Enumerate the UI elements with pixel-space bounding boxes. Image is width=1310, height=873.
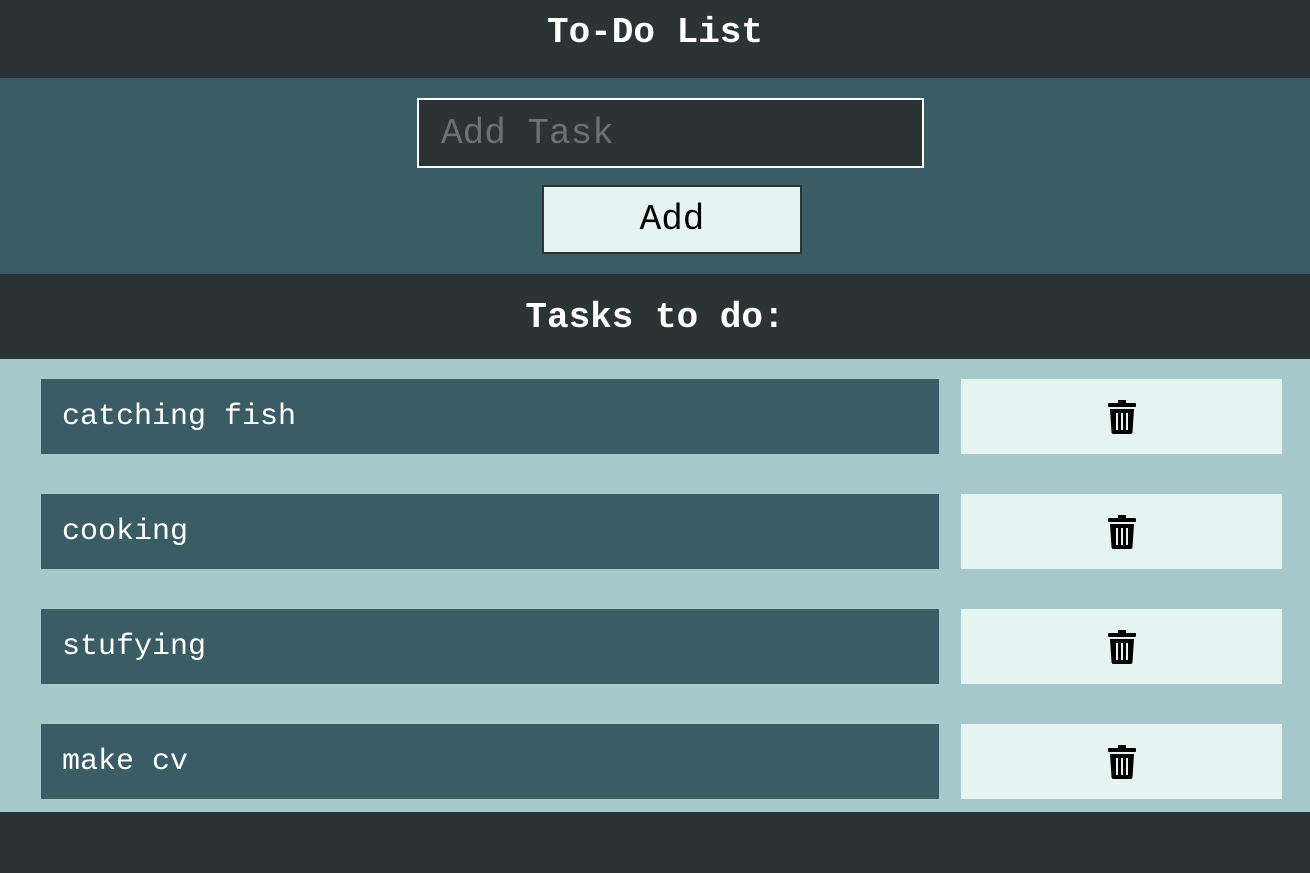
add-task-input[interactable] [417, 98, 924, 168]
app-title: To-Do List [546, 12, 764, 53]
page-footer [0, 812, 1310, 873]
task-row: catching fish [0, 379, 1310, 454]
task-row: make cv [0, 724, 1310, 799]
delete-task-button[interactable] [961, 494, 1282, 569]
delete-task-button[interactable] [961, 609, 1282, 684]
trash-icon [1107, 514, 1136, 549]
add-task-section: Add [0, 78, 1310, 274]
add-task-button[interactable]: Add [542, 185, 802, 254]
task-row: cooking [0, 494, 1310, 569]
tasks-header: Tasks to do: [0, 274, 1310, 359]
app-header: To-Do List [0, 0, 1310, 78]
task-item-text: make cv [41, 724, 939, 799]
task-list: catching fish cooking stufying make cv [0, 359, 1310, 812]
task-item-text: stufying [41, 609, 939, 684]
trash-icon [1107, 629, 1136, 664]
task-item-text: catching fish [41, 379, 939, 454]
trash-icon [1107, 744, 1136, 779]
trash-icon [1107, 399, 1136, 434]
task-item-text: cooking [41, 494, 939, 569]
delete-task-button[interactable] [961, 724, 1282, 799]
task-row: stufying [0, 609, 1310, 684]
tasks-heading: Tasks to do: [525, 296, 785, 338]
delete-task-button[interactable] [961, 379, 1282, 454]
